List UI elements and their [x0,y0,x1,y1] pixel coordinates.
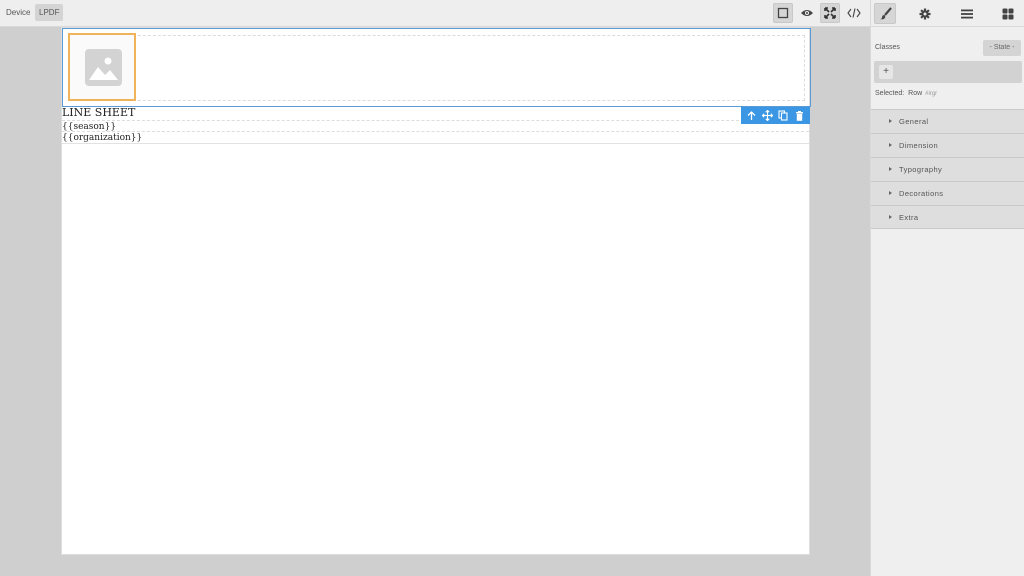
caret-right-icon [889,119,892,123]
classes-container: + [874,61,1022,83]
gear-icon [919,8,931,19]
device-label: Device [6,8,31,17]
grid-icon [1002,8,1014,19]
sw-visibility-button[interactable] [773,3,793,23]
caret-right-icon [889,143,892,147]
square-outline-icon [777,7,789,19]
sector-extra[interactable]: Extra [871,205,1024,229]
sector-general[interactable]: General [871,109,1024,133]
caret-right-icon [889,215,892,219]
selected-component-id: #irgr [925,91,938,97]
style-manager-tab[interactable] [874,3,896,24]
editor-canvas[interactable]: LINE SHEET {{season}} {{organization}} [61,27,811,555]
caret-right-icon [889,191,892,195]
season-placeholder[interactable]: {{season}} [62,120,809,132]
clone-icon[interactable] [777,110,789,122]
selected-row[interactable] [62,28,811,107]
organization-placeholder[interactable]: {{organization}} [62,132,809,144]
sector-dimension[interactable]: Dimension [871,133,1024,157]
layers-tab[interactable] [956,3,978,24]
blocks-tab[interactable] [997,3,1019,24]
device-select[interactable]: LPDF [35,4,64,21]
image-placeholder-icon [85,49,122,86]
component-toolbar [741,107,810,124]
menu-icon [961,9,973,18]
preview-button[interactable] [797,3,817,23]
style-panel: Classes - State - + Selected: Row #irgr … [870,0,1024,576]
style-sectors: General Dimension Typography Decorations… [871,109,1024,229]
row-cell[interactable] [68,35,805,101]
eye-icon [801,10,813,16]
sector-decorations[interactable]: Decorations [871,181,1024,205]
image-component[interactable] [68,33,136,101]
code-icon [847,8,861,18]
classes-label: Classes [875,44,900,51]
selected-component-name: Row [908,90,923,97]
editor-topbar: Device LPDF [0,0,870,27]
move-icon[interactable] [762,110,774,122]
fullscreen-button[interactable] [820,3,840,23]
delete-icon[interactable] [793,110,805,122]
sector-typography[interactable]: Typography [871,157,1024,181]
export-code-button[interactable] [844,3,864,23]
selected-label: Selected: [875,90,905,97]
selected-info: Selected: Row #irgr [875,90,937,97]
settings-tab[interactable] [914,3,936,24]
expand-icon [824,7,836,19]
caret-right-icon [889,167,892,171]
panel-tabs [871,0,1024,27]
paintbrush-icon [879,7,892,20]
state-select[interactable]: - State - [983,40,1021,56]
page-title[interactable]: LINE SHEET [62,107,809,119]
add-class-button[interactable]: + [879,65,893,79]
arrow-up-icon[interactable] [746,110,758,122]
